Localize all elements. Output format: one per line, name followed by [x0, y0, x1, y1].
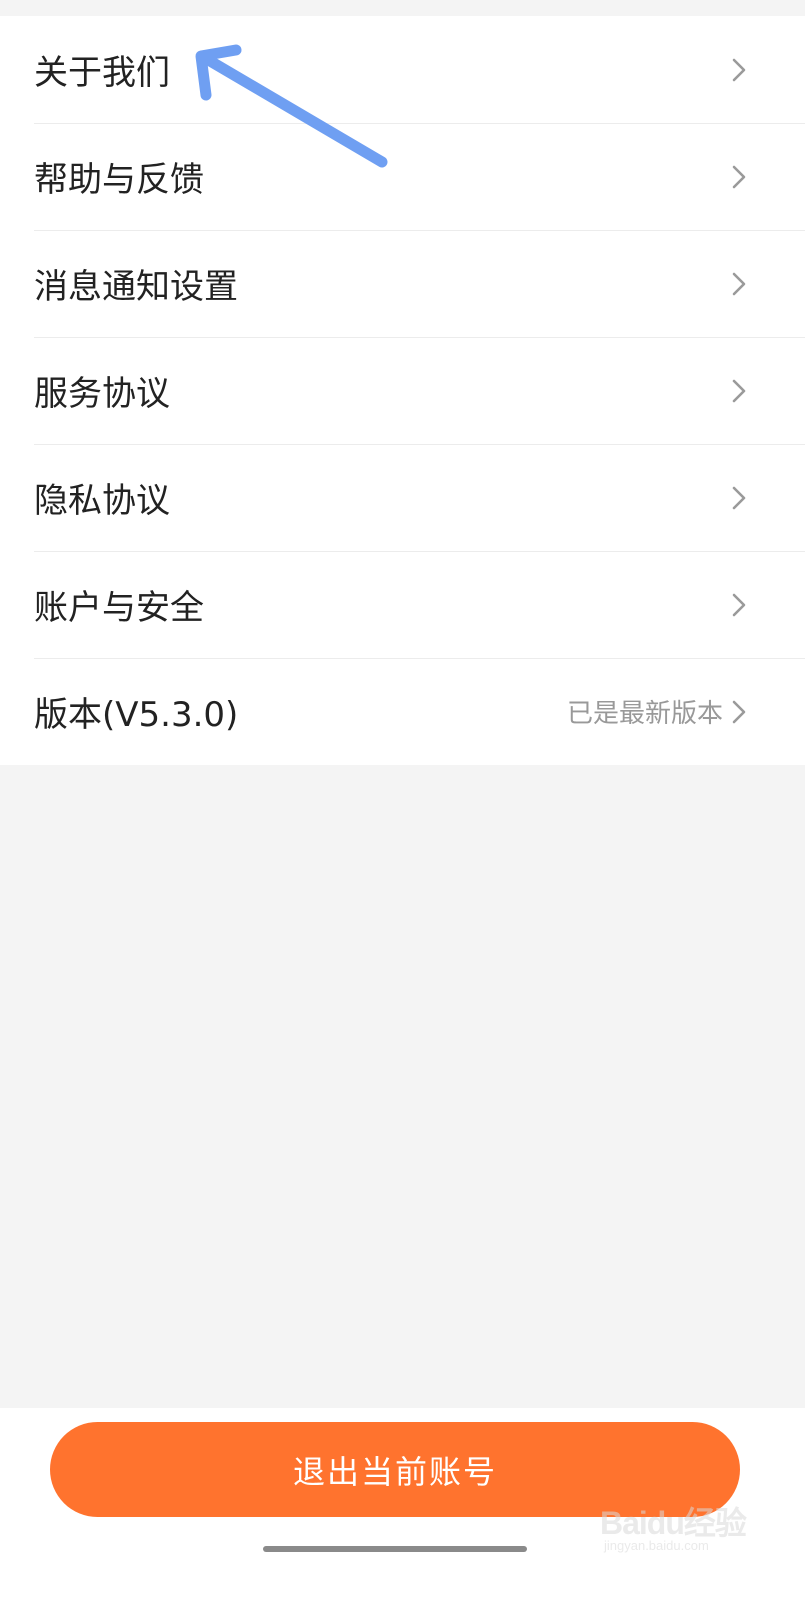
settings-item-label: 服务协议 [34, 374, 170, 414]
chevron-right-icon [728, 270, 750, 298]
settings-item-notification-settings[interactable]: 消息通知设置 [0, 230, 805, 337]
settings-item-privacy-agreement[interactable]: 隐私协议 [0, 444, 805, 551]
settings-item-help-feedback[interactable]: 帮助与反馈 [0, 123, 805, 230]
chevron-right-icon [728, 56, 750, 84]
settings-item-label: 隐私协议 [34, 481, 170, 521]
settings-item-label: 关于我们 [34, 53, 170, 93]
settings-list: 关于我们 帮助与反馈 消息通知设置 服务协议 隐私协议 账户与安全 版本(V5.… [0, 16, 805, 765]
settings-page: 关于我们 帮助与反馈 消息通知设置 服务协议 隐私协议 账户与安全 版本(V5.… [0, 0, 805, 1600]
settings-item-label: 版本(V5.3.0) [34, 695, 239, 735]
chevron-right-icon [728, 698, 750, 726]
settings-item-account-security[interactable]: 账户与安全 [0, 551, 805, 658]
settings-item-version[interactable]: 版本(V5.3.0) 已是最新版本 [0, 658, 805, 765]
chevron-right-icon [728, 377, 750, 405]
settings-item-about-us[interactable]: 关于我们 [0, 16, 805, 123]
home-indicator[interactable] [263, 1546, 527, 1552]
version-status-text: 已是最新版本 [566, 699, 723, 729]
settings-item-label: 消息通知设置 [34, 267, 238, 307]
logout-button[interactable]: 退出当前账号 [50, 1422, 740, 1517]
chevron-right-icon [728, 591, 750, 619]
settings-item-label: 帮助与反馈 [34, 160, 204, 200]
chevron-right-icon [728, 163, 750, 191]
chevron-right-icon [728, 484, 750, 512]
settings-item-service-agreement[interactable]: 服务协议 [0, 337, 805, 444]
settings-item-label: 账户与安全 [34, 588, 204, 628]
